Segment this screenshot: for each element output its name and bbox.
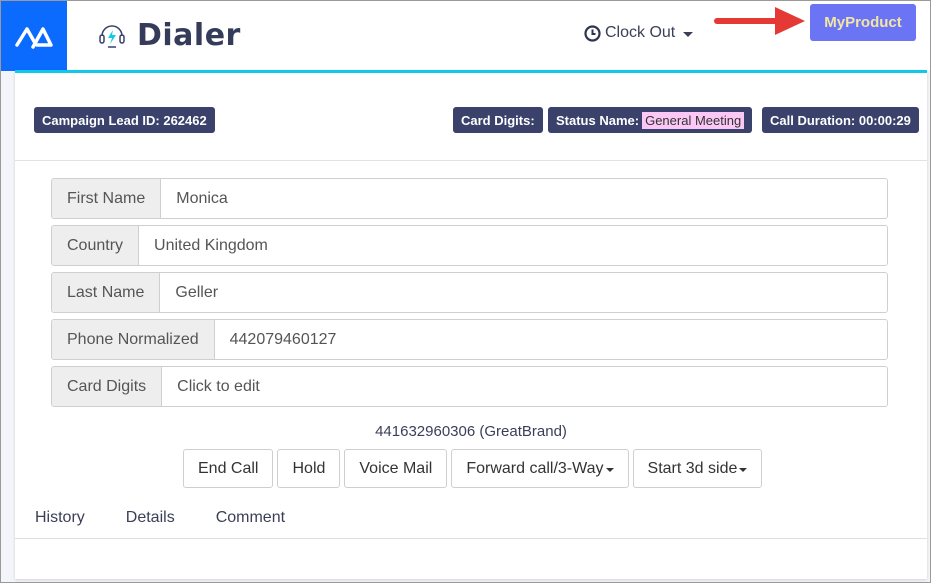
field-label: Country [52,226,140,265]
field-phone-normalized: Phone Normalized 442079460127 [51,319,888,360]
clock-out-dropdown[interactable]: Clock Out [584,24,694,42]
tab-bar: History Details Comment [15,497,927,539]
myproduct-button[interactable]: MyProduct [810,4,916,41]
card-digits-badge: Card Digits: [453,107,543,133]
caller-id: 441632960306 (GreatBrand) [375,423,567,440]
country-input[interactable]: United Kingdom [139,226,887,265]
hold-button[interactable]: Hold [277,449,341,488]
phone-normalized-input[interactable]: 442079460127 [214,320,887,359]
tab-details[interactable]: Details [126,509,175,527]
tab-history[interactable]: History [35,509,85,527]
end-call-button[interactable]: End Call [183,449,274,488]
forward-call-button[interactable]: Forward call/3-Way [451,449,629,488]
chevron-down-icon [739,467,748,472]
dialer-card: Campaign Lead ID: 262462 Card Digits: St… [15,70,927,579]
red-arrow-annotation [714,7,805,35]
clock-out-label: Clock Out [605,24,676,41]
call-duration-badge: Call Duration: 00:00:29 [762,107,919,133]
app-title: Dialer [97,15,241,55]
field-label: Phone Normalized [52,320,215,359]
field-label: Card Digits [52,367,163,406]
chevron-down-icon [605,467,614,472]
field-card-digits: Card Digits Click to edit [51,366,888,407]
chevron-down-icon [683,31,694,37]
field-first-name: First Name Monica [51,178,888,219]
logo[interactable] [1,1,67,71]
lead-form: First Name Monica Country United Kingdom… [51,178,888,413]
headset-icon [99,25,125,48]
field-country: Country United Kingdom [51,225,888,266]
card-header: Campaign Lead ID: 262462 Card Digits: St… [15,73,927,161]
status-value: General Meeting [642,111,745,129]
field-last-name: Last Name Geller [51,272,888,313]
call-controls: End Call Hold Voice Mail Forward call/3-… [183,449,763,488]
clock-icon [584,24,601,42]
card-digits-input[interactable]: Click to edit [162,367,887,406]
forward-call-label: Forward call/3-Way [466,459,604,477]
voice-mail-button[interactable]: Voice Mail [344,449,448,488]
brand-logo-icon [15,27,53,49]
field-label: Last Name [52,273,161,312]
page-title: Dialer [137,17,241,53]
first-name-input[interactable]: Monica [161,179,887,218]
tab-comment[interactable]: Comment [216,509,285,527]
start-3d-side-button[interactable]: Start 3d side [632,449,763,488]
start-3d-side-label: Start 3d side [647,459,738,477]
field-label: First Name [52,179,162,218]
campaign-lead-badge: Campaign Lead ID: 262462 [34,107,215,133]
top-bar: Dialer Clock Out MyProduct [1,1,930,71]
last-name-input[interactable]: Geller [160,273,887,312]
status-label: Status Name: [556,112,640,128]
status-badge: Status Name: General Meeting [548,107,753,133]
